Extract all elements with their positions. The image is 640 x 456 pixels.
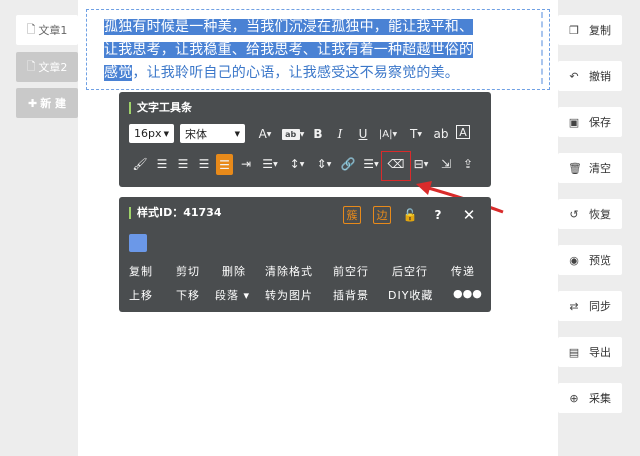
undo-button[interactable]: ↶ 撤销 — [558, 61, 622, 91]
lock-icon[interactable]: 🔓 — [401, 206, 419, 224]
more-icon[interactable]: ●●● — [453, 287, 482, 300]
close-icon[interactable]: ✕ — [460, 206, 478, 224]
action-copy[interactable]: 复制 — [129, 263, 153, 279]
action-delete[interactable]: 删除 — [222, 263, 246, 279]
action-cut[interactable]: 剪切 — [176, 263, 200, 279]
sync-label: 同步 — [589, 300, 611, 313]
border-badge[interactable]: 边 — [373, 206, 391, 224]
preview-button[interactable]: ◉ 预览 — [558, 245, 622, 275]
copy-label: 复制 — [589, 24, 611, 37]
style-panel: 样式ID：41734 簇 边 🔓 ? ✕ 复制 剪切 删除 清除格式 前空行 后… — [119, 197, 491, 312]
undo-label: 撤销 — [589, 70, 611, 83]
action-blank-before[interactable]: 前空行 — [333, 263, 369, 279]
eye-icon: ◉ — [569, 253, 579, 267]
clear-button[interactable]: 🗑 清空 — [558, 153, 622, 183]
action-insert-background[interactable]: 插背景 — [333, 287, 369, 303]
sync-button[interactable]: ⇄ 同步 — [558, 291, 622, 321]
copy-button[interactable]: ❐ 复制 — [558, 15, 622, 45]
save-label: 保存 — [589, 116, 611, 129]
clear-label: 清空 — [589, 162, 611, 175]
action-to-image[interactable]: 转为图片 — [265, 287, 313, 303]
action-paragraph[interactable]: 段落 ▾ — [215, 287, 250, 303]
zoom-collect-icon: ⊕ — [569, 391, 579, 405]
export-button[interactable]: ▤ 导出 — [558, 337, 622, 367]
action-blank-after[interactable]: 后空行 — [392, 263, 428, 279]
trash-icon: 🗑 — [568, 161, 582, 175]
undo-icon: ↶ — [569, 69, 579, 83]
restore-button[interactable]: ↺ 恢复 — [558, 199, 622, 229]
preview-label: 预览 — [589, 254, 611, 267]
image-export-icon: ▤ — [568, 345, 580, 359]
action-move-down[interactable]: 下移 — [176, 287, 200, 303]
save-icon: ▣ — [568, 115, 580, 129]
style-id: 样式ID：41734 — [129, 207, 222, 219]
collect-button[interactable]: ⊕ 采集 — [558, 383, 622, 413]
restore-icon: ↺ — [569, 207, 579, 221]
help-icon[interactable]: ? — [429, 206, 447, 224]
save-button[interactable]: ▣ 保存 — [558, 107, 622, 137]
collect-label: 采集 — [589, 392, 611, 405]
export-label: 导出 — [589, 346, 611, 359]
style-color-swatch[interactable] — [129, 234, 147, 252]
restore-label: 恢复 — [589, 208, 611, 221]
cluster-badge[interactable]: 簇 — [343, 206, 361, 224]
action-clear-format[interactable]: 清除格式 — [265, 263, 313, 279]
action-pass[interactable]: 传递 — [451, 263, 475, 279]
action-move-up[interactable]: 上移 — [129, 287, 153, 303]
sync-icon: ⇄ — [569, 299, 579, 313]
copy-icon: ❐ — [569, 23, 579, 37]
action-diy-collect[interactable]: DIY收藏 — [388, 287, 433, 303]
